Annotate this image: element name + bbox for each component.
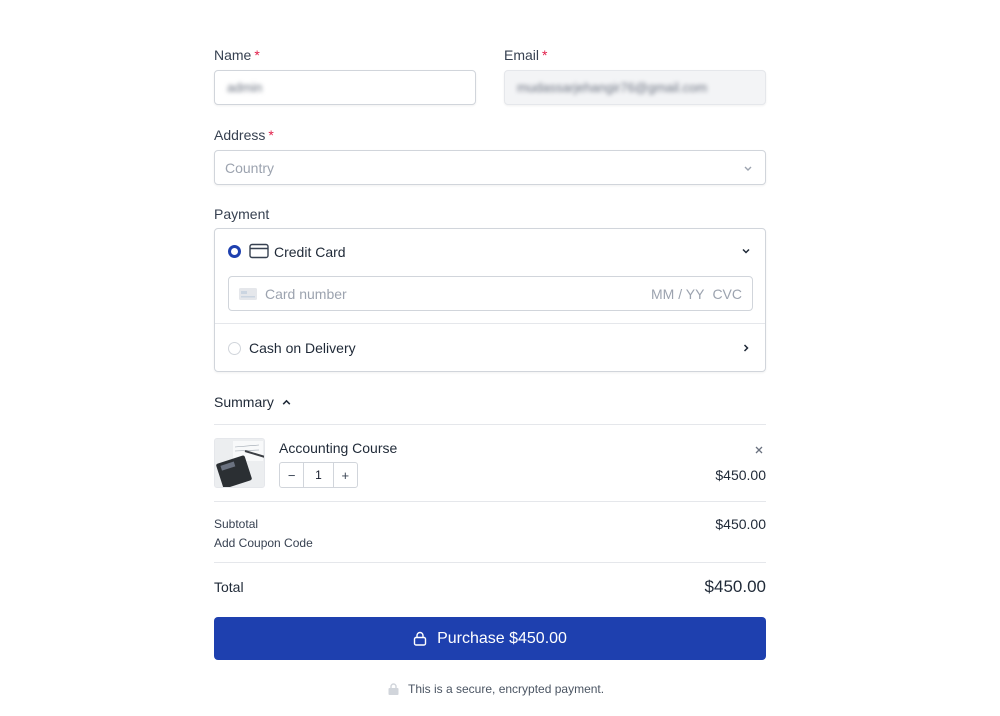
total-divider [214,562,766,563]
summary-divider [214,424,766,425]
name-field-value: admin [227,80,263,95]
lock-icon [413,631,427,646]
chevron-down-icon [742,248,750,254]
payment-label: Payment [214,206,270,222]
purchase-button-label: Purchase $450.00 [437,629,567,647]
remove-item-icon[interactable] [754,445,764,455]
decrease-quantity-button[interactable]: − [280,463,303,487]
chevron-right-icon [743,344,749,352]
cash-on-delivery-radio[interactable] [228,342,241,355]
email-field-value: mudassarjehangir76@gmail.com [517,80,708,95]
email-field[interactable]: mudassarjehangir76@gmail.com [504,70,766,105]
chevron-down-icon [744,166,752,171]
required-mark: * [542,47,548,63]
total-label: Total [214,579,244,595]
email-label: Email * [504,47,547,63]
increase-quantity-button[interactable]: + [334,463,357,487]
payment-option-credit-card[interactable]: Credit Card [215,229,765,274]
email-label-text: Email [504,47,540,63]
quantity-value[interactable]: 1 [303,463,334,487]
summary-label: Summary [214,394,274,410]
card-cvc-placeholder: CVC [712,285,742,302]
product-name: Accounting Course [279,440,398,456]
required-mark: * [254,47,260,63]
required-mark: * [268,127,274,143]
name-field[interactable]: admin [214,70,476,105]
subtotal-label: Subtotal [214,517,259,531]
name-label-text: Name [214,47,252,63]
payment-methods: Credit Card Card number MM / YY CVC Cash… [214,228,766,372]
payment-option-cash-on-delivery[interactable]: Cash on Delivery [215,324,765,371]
address-label-text: Address [214,127,266,143]
credit-card-icon [249,243,269,259]
name-label: Name * [214,47,260,63]
purchase-button[interactable]: Purchase $450.00 [214,617,766,660]
total-value: $450.00 [704,577,766,596]
country-select[interactable]: Country [214,150,766,185]
credit-card-label: Credit Card [274,244,346,260]
subtotal-value: $450.00 [715,516,766,532]
calculator-image [215,439,264,487]
address-label: Address * [214,127,274,143]
card-number-placeholder: Card number [265,285,347,302]
country-select-placeholder: Country [225,159,275,176]
card-expiry-placeholder: MM / YY [651,285,705,302]
card-number-field[interactable]: Card number MM / YY CVC [228,276,753,311]
item-divider [214,501,766,502]
product-thumbnail [214,438,265,488]
lock-icon [388,683,399,695]
card-placeholder-icon [239,287,257,300]
cash-on-delivery-label: Cash on Delivery [249,340,356,356]
credit-card-radio[interactable] [228,245,241,258]
summary-toggle[interactable]: Summary [214,394,292,410]
product-price: $450.00 [715,467,766,483]
add-coupon-link[interactable]: Add Coupon Code [214,536,313,550]
quantity-stepper: − 1 + [279,462,358,488]
secure-note: This is a secure, encrypted payment. [388,682,604,696]
chevron-up-icon [282,399,291,405]
secure-note-text: This is a secure, encrypted payment. [408,682,605,696]
